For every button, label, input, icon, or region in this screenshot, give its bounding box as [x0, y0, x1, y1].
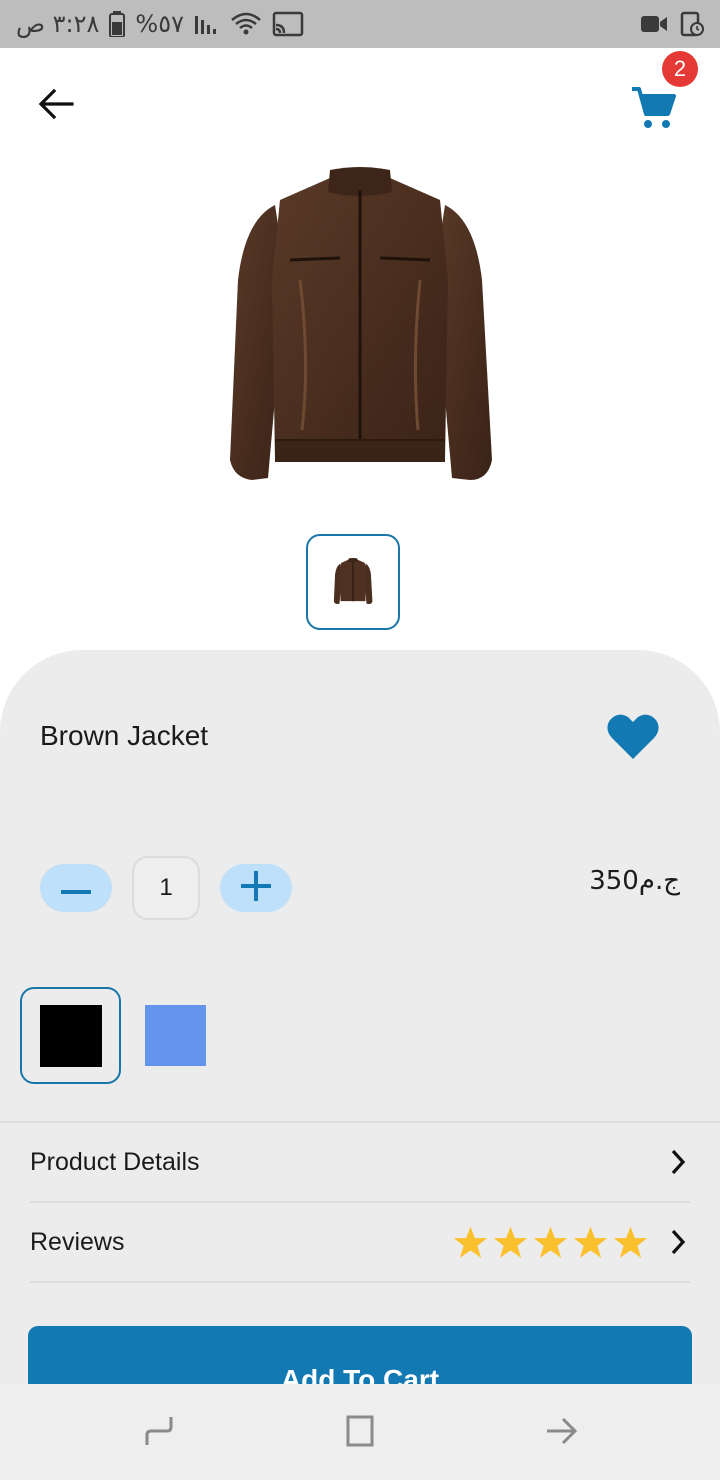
favorite-button[interactable] — [604, 712, 662, 766]
cart-button[interactable] — [622, 80, 684, 140]
chevron-right-icon — [666, 1227, 690, 1257]
star-icon — [613, 1225, 648, 1258]
increase-quantity-button[interactable] — [220, 864, 292, 912]
reviews-label: Reviews — [30, 1227, 125, 1256]
product-details-label: Product Details — [30, 1147, 200, 1176]
divider — [30, 1281, 690, 1283]
star-icon — [453, 1225, 488, 1258]
star-icon — [493, 1225, 528, 1258]
star-icon — [533, 1225, 568, 1258]
product-image — [190, 160, 530, 500]
plus-icon — [241, 871, 271, 905]
reviews-row[interactable]: Reviews — [30, 1212, 690, 1272]
system-nav-bar — [0, 1384, 720, 1480]
divider — [30, 1201, 690, 1203]
minus-icon — [61, 879, 91, 898]
product-details-row[interactable]: Product Details — [30, 1132, 690, 1192]
arrow-back-icon — [38, 88, 74, 124]
screen-timer-icon — [680, 11, 704, 37]
product-title: Brown Jacket — [40, 720, 209, 751]
signal-icon — [194, 12, 220, 36]
video-recording-icon — [640, 13, 668, 35]
status-bar: ٣:٢٨ ص %٥٧ — [0, 0, 720, 48]
rating-stars — [453, 1225, 648, 1260]
status-left: ٣:٢٨ ص %٥٧ — [16, 8, 304, 40]
recent-apps-button[interactable] — [134, 1408, 184, 1458]
quantity-value: 1 — [132, 856, 200, 920]
back-nav-button[interactable] — [536, 1408, 586, 1458]
color-swatch-fill — [39, 1004, 102, 1067]
cast-icon — [272, 11, 304, 37]
chevron-right-icon — [666, 1147, 690, 1177]
back-button[interactable] — [28, 78, 84, 134]
color-swatch-black[interactable] — [20, 987, 121, 1084]
wifi-icon — [230, 11, 262, 37]
decrease-quantity-button[interactable] — [40, 864, 112, 912]
recent-apps-icon — [141, 1413, 177, 1453]
product-price: ج.م350 — [589, 866, 680, 896]
cart-count-badge: 2 — [662, 51, 698, 87]
divider — [0, 1121, 720, 1123]
thumbnail-jacket-image — [333, 558, 373, 605]
shopping-cart-icon — [630, 86, 676, 134]
back-nav-icon — [543, 1413, 579, 1453]
status-right — [640, 8, 704, 40]
jacket-illustration — [230, 167, 492, 480]
product-thumbnail[interactable] — [306, 534, 400, 630]
color-swatch-blue[interactable] — [145, 1005, 206, 1066]
home-icon — [342, 1413, 378, 1453]
battery-icon — [109, 11, 126, 37]
star-icon — [573, 1225, 608, 1258]
heart-icon — [606, 713, 660, 765]
status-time: ٣:٢٨ ص — [16, 10, 100, 38]
home-button[interactable] — [335, 1408, 385, 1458]
battery-percent: %٥٧ — [135, 10, 185, 38]
